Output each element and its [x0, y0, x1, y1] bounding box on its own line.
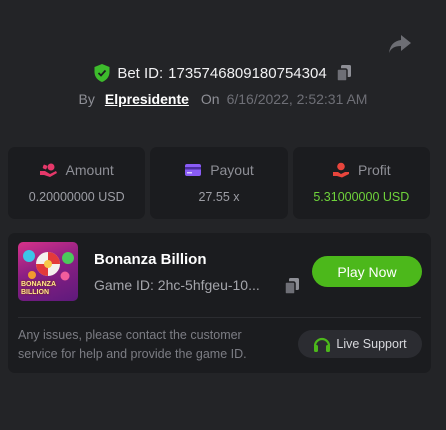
profit-hand-icon — [332, 162, 349, 178]
game-title: Bonanza Billion — [94, 251, 207, 268]
game-id-label: Game ID: — [94, 277, 154, 293]
game-id-row: Game ID: 2hc-5hfgeu-10... — [94, 277, 260, 293]
headset-icon — [314, 337, 331, 352]
stat-amount: Amount 0.20000000 USD — [8, 147, 146, 219]
support-notice: Any issues, please contact the customer … — [18, 328, 247, 361]
live-support-button[interactable]: Live Support — [298, 330, 422, 358]
by-label: By — [78, 91, 95, 107]
author-row: By Elpresidente On 6/16/2022, 2:52:31 AM — [0, 91, 446, 107]
bet-id-value: 1735746809180754304 — [168, 64, 327, 82]
stat-label: Amount — [65, 162, 114, 178]
on-label: On — [200, 91, 220, 107]
stat-label: Payout — [210, 162, 254, 178]
stat-value: 0.20000000 USD — [28, 190, 125, 204]
copy-icon[interactable] — [284, 277, 300, 295]
stat-value: 27.55 x — [198, 190, 240, 204]
stat-payout-label-row: Payout — [184, 162, 254, 178]
username-link[interactable]: Elpresidente — [105, 91, 189, 107]
share-icon[interactable] — [388, 33, 412, 55]
bet-id-prefix: Bet ID: — [117, 64, 164, 82]
coins-hand-icon — [39, 163, 57, 177]
game-thumbnail[interactable]: BONANZA BILLION — [18, 242, 78, 301]
play-now-button[interactable]: Play Now — [312, 256, 422, 287]
stat-profit: Profit 5.31000000 USD — [292, 147, 430, 219]
game-thumb-text: BONANZA BILLION — [21, 281, 56, 296]
stat-profit-label-row: Profit — [332, 162, 391, 178]
shield-check-icon — [94, 64, 110, 82]
divider — [18, 317, 421, 318]
game-card: BONANZA BILLION Bonanza Billion Game ID:… — [8, 233, 431, 373]
bet-date: 6/16/2022, 2:52:31 AM — [226, 91, 368, 107]
card-icon — [185, 164, 202, 176]
game-id-value: 2hc-5hfgeu-10... — [157, 277, 260, 293]
live-support-label: Live Support — [336, 337, 407, 351]
stat-label: Profit — [357, 162, 391, 178]
stat-value: 5.31000000 USD — [313, 190, 410, 204]
copy-icon[interactable] — [335, 64, 352, 82]
bet-stats: Amount 0.20000000 USD Payout 27.55 x Pro… — [8, 147, 430, 219]
stat-payout: Payout 27.55 x — [150, 147, 288, 219]
bet-id-row: Bet ID: 1735746809180754304 — [0, 64, 446, 82]
stat-amount-label-row: Amount — [39, 162, 114, 178]
